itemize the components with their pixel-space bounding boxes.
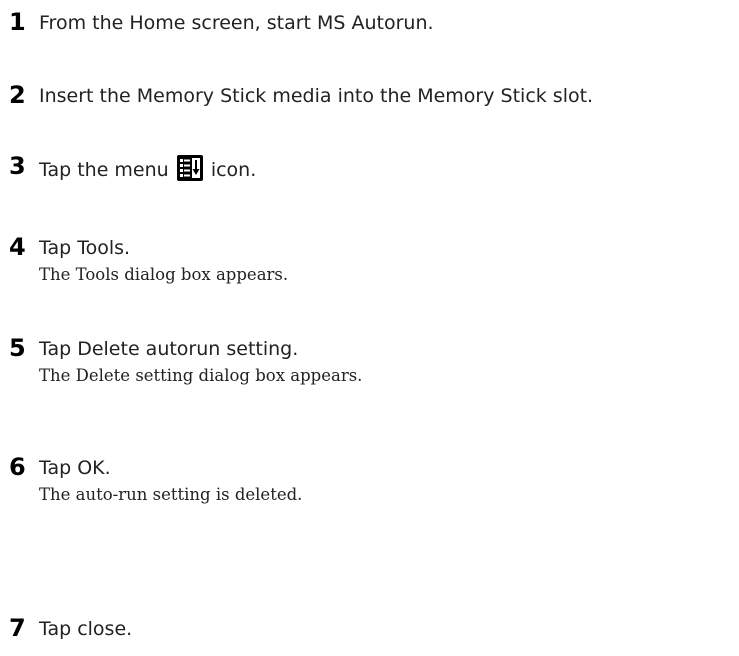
step-instruction-before: Tap the menu <box>39 159 169 181</box>
step-number: 2 <box>9 81 26 109</box>
step-instruction: Tap the menu icon. <box>39 155 256 182</box>
step-instruction: From the Home screen, start MS Autorun. <box>39 12 434 34</box>
step-instruction-after: icon. <box>210 159 257 181</box>
step-number: 7 <box>9 614 26 642</box>
step-instruction: Tap OK. <box>39 457 111 479</box>
step-result: The Tools dialog box appears. <box>39 265 289 284</box>
step-result: The auto-run setting is deleted. <box>39 485 303 504</box>
step-instruction: Tap Delete autorun setting. <box>39 338 299 360</box>
step-number: 4 <box>9 233 26 261</box>
step-instruction: Tap close. <box>39 618 133 640</box>
step-number: 5 <box>9 334 26 362</box>
step-number: 6 <box>9 453 26 481</box>
menu-icon <box>176 155 203 181</box>
step-number: 3 <box>9 152 26 180</box>
step-number: 1 <box>9 8 26 36</box>
step-result: The Delete setting dialog box appears. <box>39 366 363 385</box>
step-instruction: Tap Tools. <box>39 237 131 259</box>
step-instruction: Insert the Memory Stick media into the M… <box>39 85 594 107</box>
